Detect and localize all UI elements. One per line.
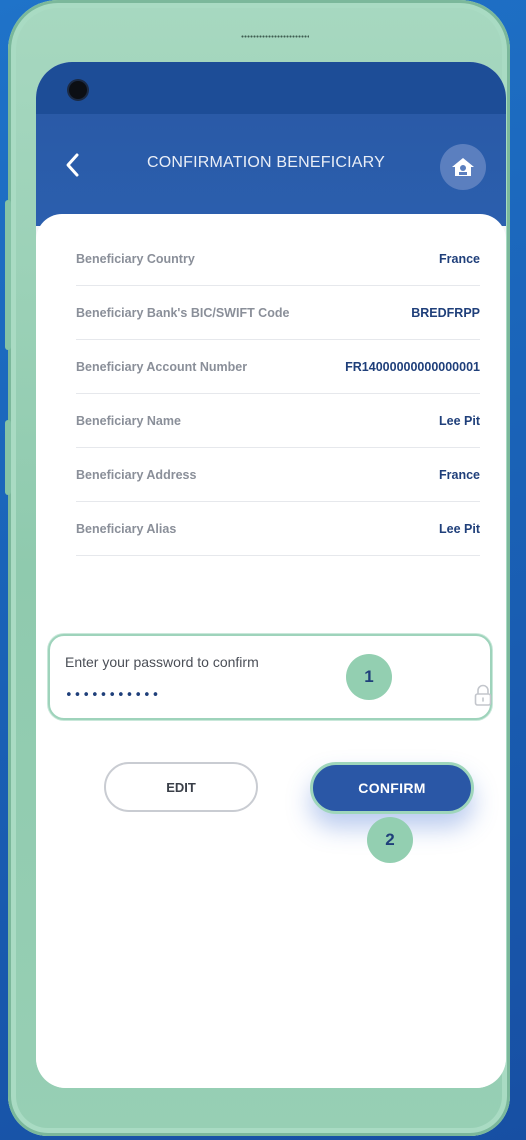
chevron-left-icon: [66, 153, 79, 177]
home-icon: [452, 158, 474, 176]
detail-value: FR14000000000000001: [345, 359, 480, 374]
home-button[interactable]: [440, 144, 486, 190]
app-header: CONFIRMATION BENEFICIARY: [36, 114, 506, 226]
detail-row-alias: Beneficiary Alias Lee Pit: [76, 502, 480, 556]
step-badge-2: 2: [367, 817, 413, 863]
detail-value: France: [439, 251, 480, 266]
detail-value: BREDFRPP: [411, 305, 480, 320]
phone-frame: CONFIRMATION BENEFICIARY Beneficiary Cou…: [5, 0, 510, 1136]
detail-value: Lee Pit: [439, 413, 480, 428]
step-badge-1: 1: [346, 654, 392, 700]
phone-screen: CONFIRMATION BENEFICIARY Beneficiary Cou…: [36, 62, 506, 1088]
page-title: CONFIRMATION BENEFICIARY: [146, 154, 385, 171]
detail-row-address: Beneficiary Address France: [76, 448, 480, 502]
detail-label: Beneficiary Address: [76, 467, 197, 482]
back-button[interactable]: [62, 150, 84, 180]
volume-button: [5, 200, 11, 350]
front-camera-icon: [69, 81, 87, 99]
beneficiary-details-list: Beneficiary Country France Beneficiary B…: [76, 232, 480, 556]
detail-value: France: [439, 467, 480, 482]
detail-row-country: Beneficiary Country France: [76, 232, 480, 286]
status-bar: [36, 62, 506, 122]
edit-button[interactable]: EDIT: [104, 762, 258, 812]
password-field[interactable]: Enter your password to confirm: [48, 634, 492, 720]
detail-value: Lee Pit: [439, 521, 480, 536]
detail-label: Beneficiary Name: [76, 413, 181, 428]
speaker-grille: [241, 35, 309, 38]
detail-label: Beneficiary Account Number: [76, 359, 248, 374]
password-input[interactable]: [65, 688, 265, 703]
lock-icon: [474, 684, 492, 706]
detail-label: Beneficiary Country: [76, 251, 195, 266]
confirm-button[interactable]: CONFIRM: [310, 762, 474, 814]
detail-row-name: Beneficiary Name Lee Pit: [76, 394, 480, 448]
detail-label: Beneficiary Bank's BIC/SWIFT Code: [76, 305, 290, 320]
power-button: [5, 420, 11, 495]
detail-row-account-number: Beneficiary Account Number FR14000000000…: [76, 340, 480, 394]
password-label: Enter your password to confirm: [65, 654, 259, 670]
detail-label: Beneficiary Alias: [76, 521, 177, 536]
detail-row-bic: Beneficiary Bank's BIC/SWIFT Code BREDFR…: [76, 286, 480, 340]
beneficiary-card: Beneficiary Country France Beneficiary B…: [36, 214, 506, 1088]
